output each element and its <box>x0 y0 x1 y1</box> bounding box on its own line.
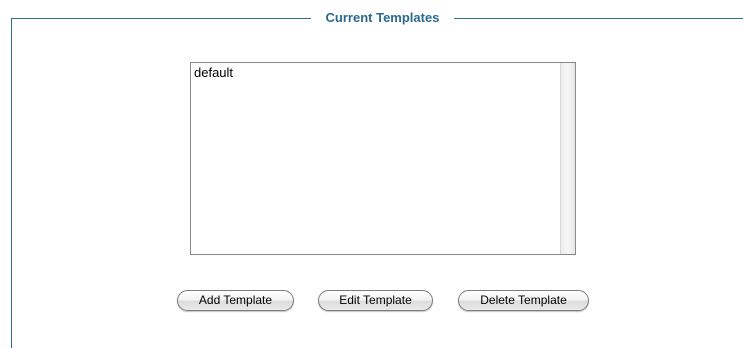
templates-list-items: default <box>191 63 560 254</box>
current-templates-panel: Current Templates default Add Template E… <box>0 0 743 348</box>
templates-listbox[interactable]: default <box>190 62 576 255</box>
add-template-button[interactable]: Add Template <box>177 290 294 311</box>
fieldset-border-top-left <box>11 18 311 19</box>
listbox-scrollbar[interactable] <box>560 63 575 254</box>
fieldset-legend: Current Templates <box>325 10 440 25</box>
fieldset-border-left <box>11 18 12 348</box>
delete-template-button[interactable]: Delete Template <box>458 290 589 311</box>
list-item-default[interactable]: default <box>194 65 557 80</box>
edit-template-button[interactable]: Edit Template <box>318 290 433 311</box>
fieldset-border-top-right <box>454 18 743 19</box>
